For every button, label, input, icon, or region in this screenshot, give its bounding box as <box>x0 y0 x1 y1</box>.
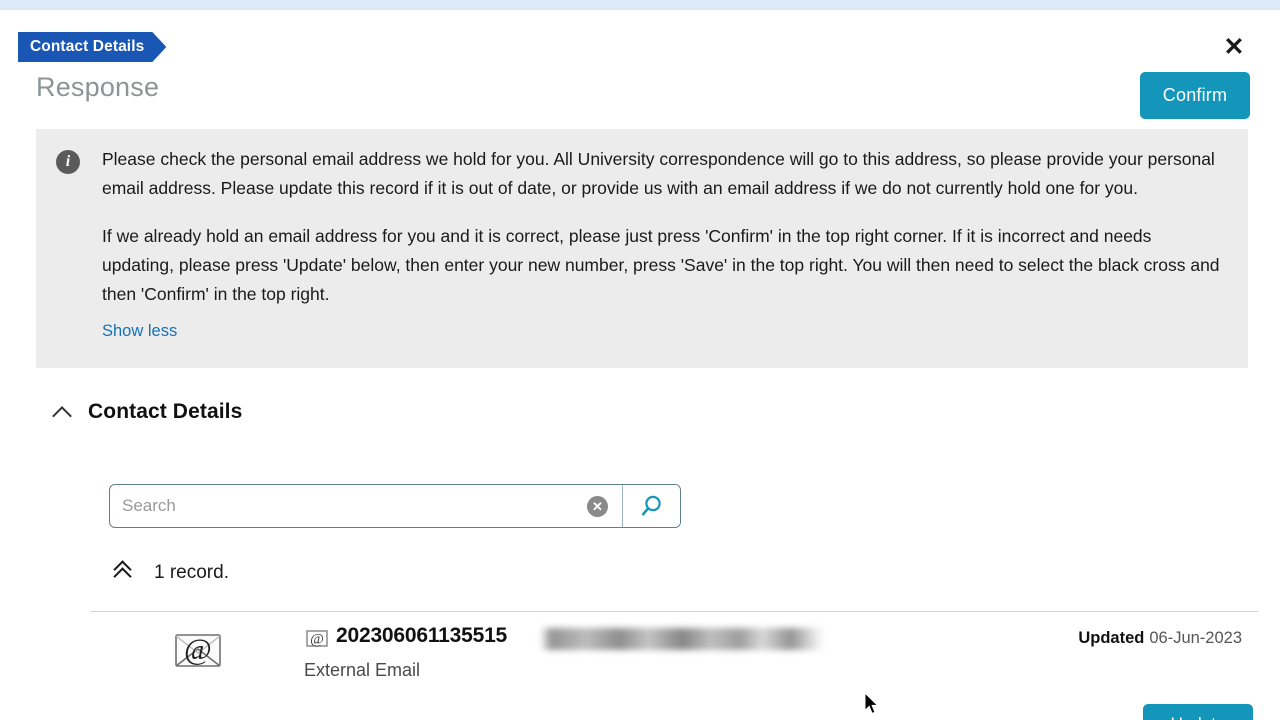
contact-details-section-header[interactable]: Contact Details <box>52 400 242 424</box>
clear-circle-icon[interactable]: ✕ <box>587 495 608 517</box>
confirm-button[interactable]: Confirm <box>1140 72 1250 119</box>
info-icon: i <box>56 150 80 174</box>
email-envelope-icon: @ <box>172 629 224 671</box>
contact-details-section-title: Contact Details <box>88 400 243 423</box>
page-header: Response Confirm <box>0 72 1280 122</box>
double-chevron-up-icon[interactable] <box>112 561 134 585</box>
show-less-link[interactable]: Show less <box>102 317 177 346</box>
browser-top-strip <box>0 0 1280 10</box>
record-number: 202306061135515 <box>336 624 508 647</box>
record-count-label: 1 record. <box>154 562 229 583</box>
results-collapse-row[interactable]: 1 record. <box>112 561 229 585</box>
record-updated-date: 06-Jun-2023 <box>1149 629 1242 647</box>
at-sign-icon: @ <box>305 628 329 650</box>
close-icon[interactable]: ✕ <box>1220 33 1248 61</box>
update-button[interactable]: Update <box>1143 704 1253 720</box>
search-input[interactable] <box>110 485 587 527</box>
redacted-email-text <box>540 628 825 650</box>
page-title: Response <box>36 72 160 102</box>
info-alert-text: Please check the personal email address … <box>102 145 1228 346</box>
search-icon[interactable] <box>623 485 680 527</box>
record-updated-label: Updated <box>1078 629 1145 647</box>
record-subtitle: External Email <box>304 660 421 680</box>
record-updated: Updated 06-Jun-2023 <box>1078 629 1242 648</box>
app-screen: Contact Details ✕ Response Confirm i Ple… <box>0 0 1280 720</box>
alert-paragraph-2: If we already hold an email address for … <box>102 226 1220 304</box>
svg-text:@: @ <box>184 633 212 666</box>
tab-contact-details-label: Contact Details <box>30 38 145 55</box>
alert-paragraph-1: Please check the personal email address … <box>102 149 1215 198</box>
chevron-up-icon <box>52 401 74 423</box>
svg-text:@: @ <box>310 632 324 648</box>
info-alert: i Please check the personal email addres… <box>36 129 1248 368</box>
tab-contact-details[interactable]: Contact Details <box>18 32 166 62</box>
search-bar[interactable]: ✕ <box>109 484 681 528</box>
table-row[interactable]: @ @ 202306061135515 External Email Updat… <box>90 612 1258 704</box>
